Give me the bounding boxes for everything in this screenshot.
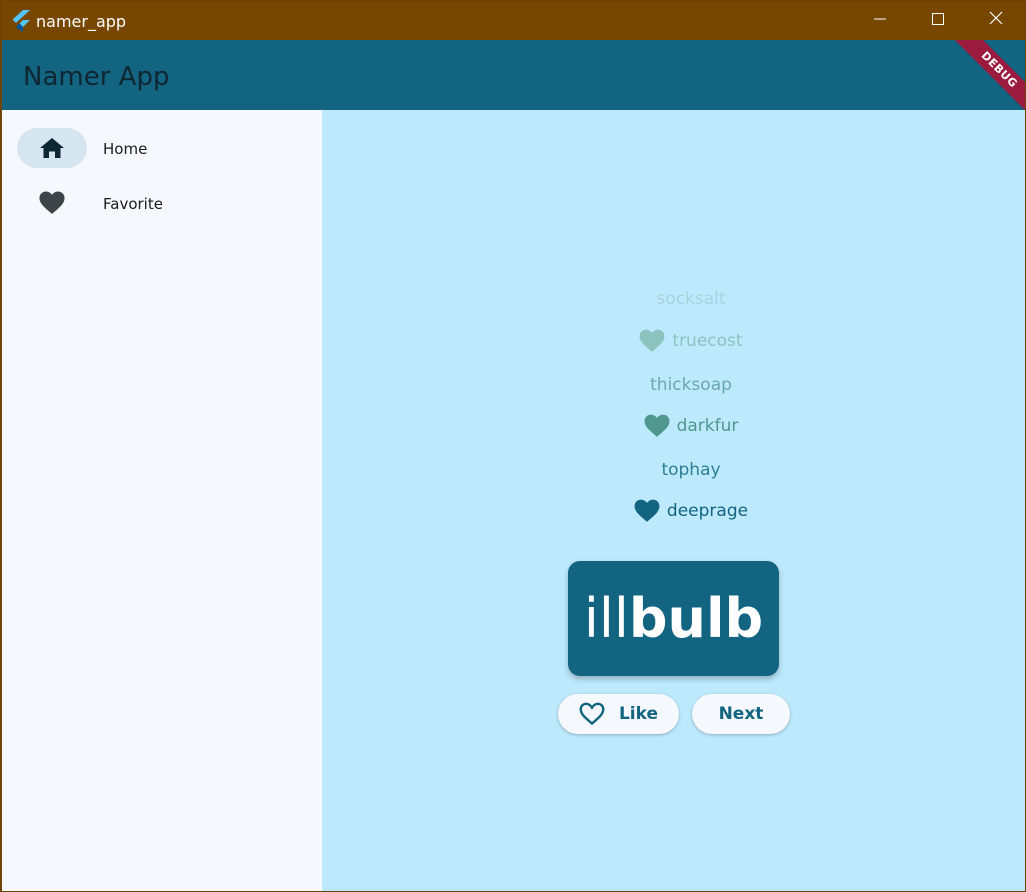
nav-label-home: Home xyxy=(103,140,148,158)
history-word: darkfur xyxy=(676,416,739,436)
heart-icon xyxy=(639,329,665,353)
next-button[interactable]: Next xyxy=(692,694,790,734)
generator-page: socksalt truecost thicksoap darkfur toph… xyxy=(322,110,1025,891)
nav-label-favorite: Favorite xyxy=(103,195,163,213)
navigation-rail: Home Favorite xyxy=(2,110,322,891)
heart-outline-icon xyxy=(579,702,605,726)
close-icon xyxy=(989,11,1003,30)
maximize-icon xyxy=(932,12,944,30)
nav-item-home[interactable]: Home xyxy=(17,128,307,168)
home-icon xyxy=(38,136,66,160)
window-title: namer_app xyxy=(36,12,127,31)
maximize-button[interactable] xyxy=(909,1,967,40)
word-pair-card: ill bulb xyxy=(568,561,779,676)
minimize-button[interactable] xyxy=(851,1,909,40)
minimize-icon xyxy=(874,12,886,30)
next-label: Next xyxy=(718,704,764,724)
flutter-icon xyxy=(11,10,31,32)
history-item[interactable]: truecost xyxy=(322,321,1025,361)
history-item[interactable]: deeprage xyxy=(322,491,1025,531)
word-pair-second: bulb xyxy=(628,587,764,650)
history-word: deeprage xyxy=(666,501,749,521)
close-button[interactable] xyxy=(967,1,1025,40)
app-title: Namer App xyxy=(23,62,170,92)
like-button[interactable]: Like xyxy=(558,694,679,734)
history-item[interactable]: darkfur xyxy=(322,406,1025,446)
word-pair-first: ill xyxy=(583,587,629,650)
history-item[interactable]: thicksoap xyxy=(322,365,1025,405)
app-window: namer_app Namer App DEBUG Home Favorite … xyxy=(0,0,1026,892)
heart-icon xyxy=(644,414,670,438)
history-word: thicksoap xyxy=(650,375,732,395)
heart-icon xyxy=(38,191,66,215)
history-item[interactable]: socksalt xyxy=(322,279,1025,319)
title-bar[interactable]: namer_app xyxy=(1,1,1025,40)
history-word: socksalt xyxy=(656,289,726,309)
heart-icon xyxy=(634,499,660,523)
history-word: tophay xyxy=(661,460,721,480)
history-word: truecost xyxy=(672,331,743,351)
like-label: Like xyxy=(618,704,659,724)
app-bar: Namer App xyxy=(2,40,1025,110)
history-item[interactable]: tophay xyxy=(322,450,1025,490)
nav-item-favorite[interactable]: Favorite xyxy=(17,183,307,223)
